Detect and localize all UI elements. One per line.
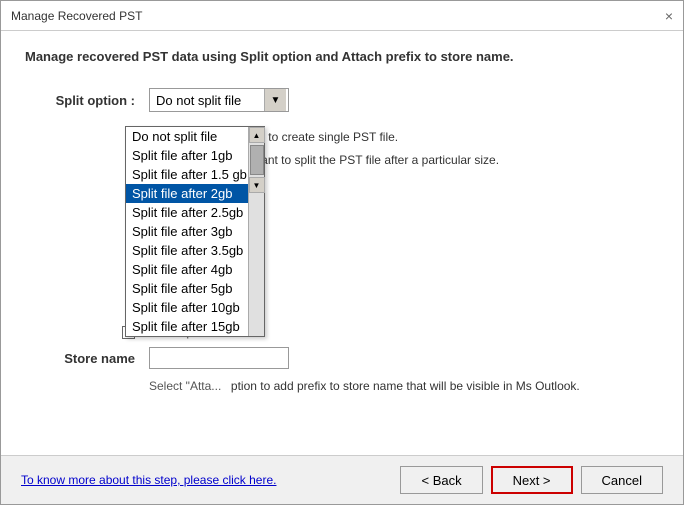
dropdown-item-7[interactable]: Split file after 4gb (126, 260, 248, 279)
split-select-value: Do not split file (152, 93, 264, 108)
footer: To know more about this step, please cli… (1, 455, 683, 504)
info-text-2-extra: u want to split the PST file after a par… (242, 153, 499, 167)
next-button[interactable]: Next > (491, 466, 573, 494)
store-name-input[interactable] (149, 347, 289, 369)
scrollbar-track: ▲ ▼ (248, 127, 264, 336)
back-button[interactable]: < Back (400, 466, 482, 494)
main-window: Manage Recovered PST × Manage recovered … (0, 0, 684, 505)
split-dropdown[interactable]: Do not split file Split file after 1gb S… (125, 126, 265, 337)
title-bar: Manage Recovered PST × (1, 1, 683, 31)
window-title: Manage Recovered PST (11, 9, 142, 23)
scrollbar-thumb[interactable] (250, 145, 264, 175)
checkbox-wrapper (25, 326, 135, 339)
dropdown-item-3[interactable]: Split file after 2gb (126, 184, 248, 203)
info-text-3-content: ption to add prefix to store name that w… (231, 379, 580, 393)
description-text: Manage recovered PST data using Split op… (25, 49, 659, 64)
split-select-wrapper[interactable]: Do not split file ▼ (149, 88, 289, 112)
split-option-label: Split option : (25, 93, 135, 108)
scrollbar-down-button[interactable]: ▼ (249, 177, 265, 193)
split-select-display[interactable]: Do not split file ▼ (149, 88, 289, 112)
info-text-3-prefix: Select "Atta... (149, 379, 221, 393)
attach-section: Attach prefix t Store name Select "Atta.… (25, 325, 659, 396)
help-link[interactable]: To know more about this step, please cli… (21, 473, 276, 487)
attach-prefix-row: Attach prefix t (25, 325, 659, 339)
dropdown-item-8[interactable]: Split file after 5gb (126, 279, 248, 298)
dropdown-item-0[interactable]: Do not split file (126, 127, 248, 146)
split-option-row: Split option : Do not split file ▼ (25, 88, 659, 112)
dropdown-item-4[interactable]: Split file after 2.5gb (126, 203, 248, 222)
dropdown-item-5[interactable]: Split file after 3gb (126, 222, 248, 241)
footer-buttons: < Back Next > Cancel (400, 466, 663, 494)
cancel-button[interactable]: Cancel (581, 466, 663, 494)
dropdown-item-10[interactable]: Split file after 15gb (126, 317, 248, 336)
content-area: Manage recovered PST data using Split op… (1, 31, 683, 455)
dropdown-list: Do not split file Split file after 1gb S… (126, 127, 248, 336)
dropdown-item-1[interactable]: Split file after 1gb (126, 146, 248, 165)
dropdown-item-6[interactable]: Split file after 3.5gb (126, 241, 248, 260)
dropdown-scrollbar-container: Do not split file Split file after 1gb S… (126, 127, 264, 336)
info-text-3: Select "Atta... ption to add prefix to s… (149, 377, 659, 396)
dropdown-item-9[interactable]: Split file after 10gb (126, 298, 248, 317)
store-name-label: Store name (25, 351, 135, 366)
store-name-row: Store name (25, 347, 659, 369)
dropdown-item-2[interactable]: Split file after 1.5 gb (126, 165, 248, 184)
scrollbar-up-button[interactable]: ▲ (249, 127, 265, 143)
close-button[interactable]: × (665, 9, 673, 23)
info-text-1-extra: ant to create single PST file. (248, 130, 398, 144)
dropdown-arrow-icon[interactable]: ▼ (264, 89, 286, 111)
